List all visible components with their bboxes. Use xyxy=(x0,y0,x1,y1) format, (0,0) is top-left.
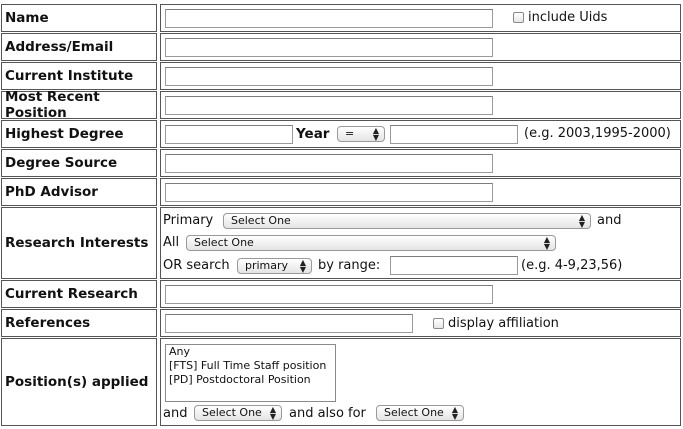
positions-option[interactable]: [FTS] Full Time Staff position xyxy=(166,359,335,373)
name-input[interactable] xyxy=(165,9,493,28)
positions-and-select[interactable]: Select One ▲ ▼ xyxy=(194,405,282,421)
research-label: Research Interests xyxy=(1,207,157,279)
current-research-cell xyxy=(160,280,681,308)
degree-source-label: Degree Source xyxy=(1,149,157,177)
updown-arrow-icon: ▲ ▼ xyxy=(543,235,551,251)
advisor-label: PhD Advisor xyxy=(1,178,157,206)
degree-input[interactable] xyxy=(165,125,293,144)
positions-label: Position(s) applied xyxy=(1,338,157,426)
institute-cell xyxy=(160,62,681,90)
primary-label: Primary xyxy=(163,213,214,228)
positions-option[interactable]: [PD] Postdoctoral Position xyxy=(166,373,335,387)
position-label: Most Recent Position xyxy=(1,89,157,121)
positions-option[interactable]: Any xyxy=(166,345,335,359)
position-cell xyxy=(160,91,681,119)
address-label: Address/Email xyxy=(1,33,157,61)
updown-arrow-icon: ▲ ▼ xyxy=(299,258,307,274)
degree-cell: Year = ▲ ▼ (e.g. 2003,1995-2000) xyxy=(160,120,681,148)
references-input[interactable] xyxy=(165,314,413,333)
all-interest-select[interactable]: Select One ▲ ▼ xyxy=(186,235,556,251)
search-type-value: primary xyxy=(245,259,289,272)
institute-label: Current Institute xyxy=(1,62,157,90)
primary-interest-value: Select One xyxy=(231,214,291,227)
year-hint: (e.g. 2003,1995-2000) xyxy=(524,126,671,141)
institute-input[interactable] xyxy=(165,67,493,86)
current-research-label: Current Research xyxy=(1,280,157,308)
positions-and-label: and xyxy=(163,406,188,421)
updown-arrow-icon: ▲ ▼ xyxy=(372,126,380,142)
positions-cell: Any [FTS] Full Time Staff position [PD] … xyxy=(160,338,681,426)
primary-interest-select[interactable]: Select One ▲ ▼ xyxy=(223,213,591,229)
degree-label: Highest Degree xyxy=(1,120,157,148)
updown-arrow-icon: ▲ ▼ xyxy=(578,213,586,229)
degree-source-cell xyxy=(160,149,681,177)
advisor-cell xyxy=(160,178,681,206)
year-label: Year xyxy=(296,126,330,142)
current-research-input[interactable] xyxy=(165,285,493,304)
year-input[interactable] xyxy=(390,125,518,144)
research-cell: Primary Select One ▲ ▼ and All Select One… xyxy=(160,207,681,279)
display-affiliation-checkbox[interactable] xyxy=(433,318,444,329)
search-type-select[interactable]: primary ▲ ▼ xyxy=(237,258,312,274)
include-uids-checkbox[interactable] xyxy=(513,12,524,23)
positions-also-value: Select One xyxy=(384,406,444,419)
positions-also-select[interactable]: Select One ▲ ▼ xyxy=(376,405,464,421)
also-for-label: and also for xyxy=(289,406,366,421)
position-input[interactable] xyxy=(165,96,493,115)
positions-and-value: Select One xyxy=(202,406,262,419)
updown-arrow-icon: ▲ ▼ xyxy=(451,405,459,421)
range-hint: (e.g. 4-9,23,56) xyxy=(521,258,623,273)
references-cell: display affiliation xyxy=(160,309,681,337)
references-label: References xyxy=(1,309,157,337)
include-uids-label: include Uids xyxy=(528,10,608,25)
all-label: All xyxy=(163,235,180,250)
positions-listbox[interactable]: Any [FTS] Full Time Staff position [PD] … xyxy=(165,344,336,402)
by-range-label: by range: xyxy=(318,258,381,273)
address-cell xyxy=(160,33,681,61)
updown-arrow-icon: ▲ ▼ xyxy=(269,405,277,421)
name-cell: include Uids xyxy=(160,4,681,32)
display-affiliation-label: display affiliation xyxy=(448,316,559,331)
address-input[interactable] xyxy=(165,38,493,57)
advisor-input[interactable] xyxy=(165,183,493,202)
name-label: Name xyxy=(1,4,157,32)
year-operator-select[interactable]: = ▲ ▼ xyxy=(337,126,385,142)
primary-and-label: and xyxy=(597,213,622,228)
or-search-label: OR search xyxy=(163,258,230,273)
degree-source-input[interactable] xyxy=(165,154,493,173)
year-operator-value: = xyxy=(345,127,355,140)
range-input[interactable] xyxy=(390,256,518,275)
all-interest-value: Select One xyxy=(194,236,254,249)
